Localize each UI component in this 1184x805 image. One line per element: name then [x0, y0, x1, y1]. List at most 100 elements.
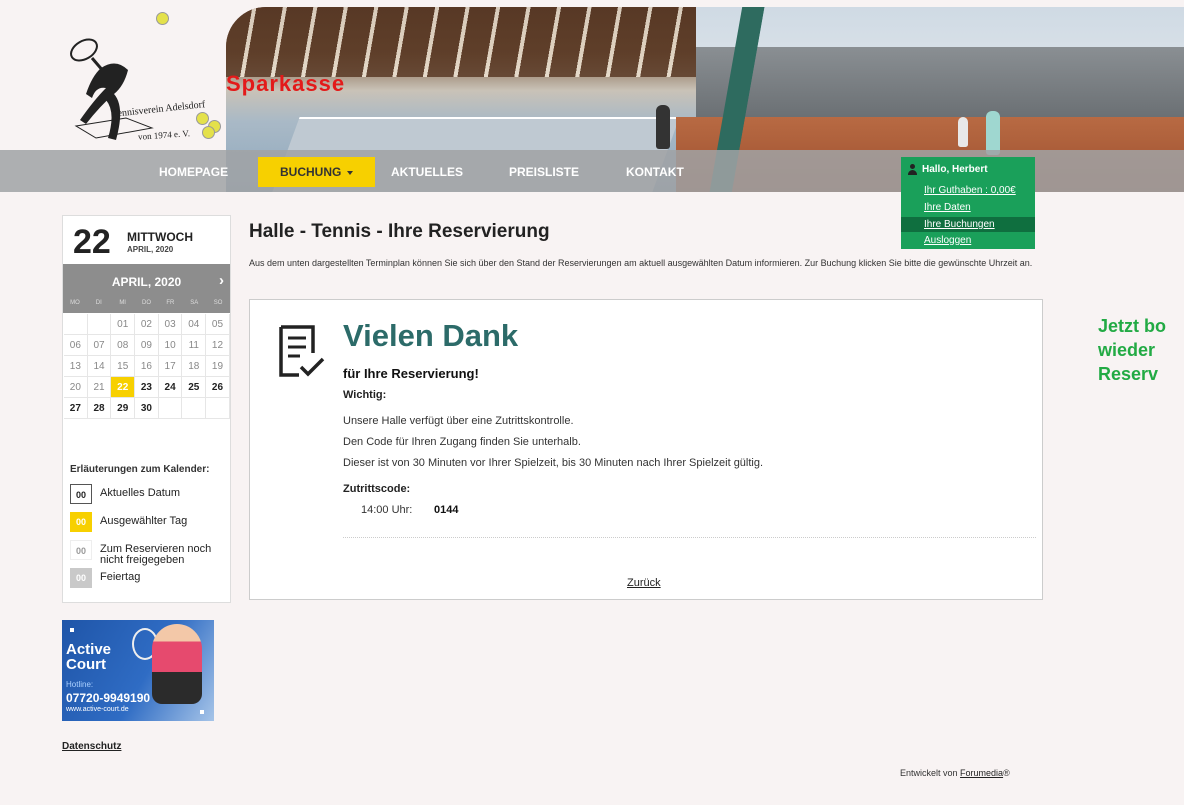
calendar-empty-cell — [64, 314, 88, 335]
calendar-day-03: 03 — [158, 314, 183, 335]
nav-homepage[interactable]: HOMEPAGE — [159, 157, 228, 187]
legend-label: Aktuelles Datum — [100, 487, 181, 499]
site-header: Tennisverein Adelsdorf von 1974 e. V. Sp… — [0, 0, 1184, 249]
legend-today: 00 Aktuelles Datum — [70, 484, 228, 504]
page-title: Halle - Tennis - Ihre Reservierung — [249, 221, 550, 242]
calendar-day-14: 14 — [87, 356, 112, 377]
info-line: Dieser ist von 30 Minuten vor Ihrer Spie… — [343, 457, 764, 469]
weekday-label: DO — [142, 300, 151, 306]
calendar-day-09: 09 — [135, 335, 159, 356]
my-bookings-link[interactable]: Ihre Buchungen — [901, 217, 1035, 232]
calendar-day-15: 15 — [111, 356, 136, 377]
banner-sign: Sparkasse — [226, 71, 346, 96]
ad-url: www.active-court.de — [66, 706, 129, 713]
ad-player-image — [152, 624, 202, 704]
legend-locked: 00 Zum Reservieren noch nicht freigegebe… — [70, 540, 228, 566]
ad-phone: 07720-9949190 — [66, 691, 151, 705]
calendar-day-19: 19 — [206, 356, 230, 377]
tennis-ball-icon — [196, 112, 209, 125]
legend-box-holiday: 00 — [70, 568, 92, 588]
promo-line: Jetzt bo — [1098, 316, 1167, 336]
legend-box-locked: 00 — [70, 540, 92, 560]
current-weekday: MITTWOCH — [127, 230, 193, 244]
access-code-time: 14:00 Uhr: — [361, 504, 413, 516]
info-line: Unsere Halle verfügt über eine Zutrittsk… — [343, 415, 574, 427]
calendar-week-row: 20 21 22 23 24 25 26 — [64, 377, 230, 398]
weekday-label: FR — [166, 300, 175, 306]
weekday-label: DI — [95, 300, 102, 306]
legend-label: Zum Reservieren noch nicht freigegeben — [100, 543, 212, 566]
nav-buchung-label: BUCHUNG — [280, 165, 342, 179]
legend-label: Ausgewählter Tag — [100, 515, 188, 527]
calendar-legend-title: Erläuterungen zum Kalender: — [70, 464, 210, 475]
calendar-day-26[interactable]: 26 — [206, 377, 230, 398]
weekday-label: MI — [119, 300, 126, 306]
balance-link[interactable]: Ihr Guthaben : 0,00€ — [901, 183, 1035, 198]
calendar-month-bar: APRIL, 2020 › MO DI MI DO FR SA SO — [63, 264, 230, 313]
forumedia-link[interactable]: Forumedia — [960, 768, 1003, 778]
calendar-day-21: 21 — [87, 377, 112, 398]
calendar-day-24[interactable]: 24 — [158, 377, 183, 398]
calendar-day-23[interactable]: 23 — [135, 377, 159, 398]
calendar-day-06: 06 — [64, 335, 88, 356]
document-check-icon — [279, 325, 325, 377]
info-line: Den Code für Ihren Zugang finden Sie unt… — [343, 436, 581, 448]
important-label: Wichtig: — [343, 389, 387, 401]
calendar-day-17: 17 — [158, 356, 183, 377]
player-figure — [656, 105, 670, 149]
my-data-link[interactable]: Ihre Daten — [901, 200, 1035, 215]
calendar-grid: 01 02 03 04 05 06 07 08 09 10 11 12 13 14 15 16 17 18 19 20… — [64, 314, 230, 419]
calendar-day-29[interactable]: 29 — [111, 398, 136, 419]
calendar-day-05: 05 — [206, 314, 230, 335]
calendar-day-02: 02 — [135, 314, 159, 335]
user-greeting[interactable]: Hallo, Herbert — [907, 164, 988, 175]
next-month-icon[interactable]: › — [219, 272, 224, 289]
calendar-week-row: 27 28 29 30 — [64, 398, 230, 419]
weekday-label: MO — [70, 300, 80, 306]
player-figure — [958, 117, 968, 147]
legend-box-today: 00 — [70, 484, 92, 504]
calendar-day-28[interactable]: 28 — [87, 398, 112, 419]
nav-buchung[interactable]: BUCHUNG — [258, 157, 376, 187]
tennis-ball-icon — [156, 12, 169, 25]
calendar-week-row: 06 07 08 09 10 11 12 — [64, 335, 230, 356]
ad-dot — [70, 628, 74, 632]
club-logo[interactable]: Tennisverein Adelsdorf von 1974 e. V. — [50, 8, 230, 148]
ad-title: Active Court — [66, 642, 111, 672]
calendar-empty-cell — [158, 398, 183, 419]
nav-aktuelles[interactable]: AKTUELLES — [391, 157, 463, 187]
active-court-ad[interactable]: Active Court Hotline: 07720-9949190 www.… — [62, 620, 214, 721]
club-founded: von 1974 e. V. — [137, 128, 191, 142]
privacy-link[interactable]: Datenschutz — [62, 741, 121, 752]
back-link[interactable]: Zurück — [627, 577, 661, 589]
nav-kontakt[interactable]: KONTAKT — [626, 157, 684, 187]
ad-hotline-label: Hotline: — [66, 680, 94, 689]
access-code-label: Zutrittscode: — [343, 483, 411, 495]
calendar-day-27[interactable]: 27 — [64, 398, 88, 419]
access-code-value: 0144 — [434, 504, 459, 516]
confirmation-panel: Vielen Dank für Ihre Reservierung! Wicht… — [249, 299, 1043, 600]
user-greeting-text: Hallo, Herbert — [922, 164, 988, 175]
nav-preisliste[interactable]: PREISLISTE — [509, 157, 579, 187]
calendar-day-22[interactable]: 22 — [111, 377, 136, 398]
calendar-week-row: 13 14 15 16 17 18 19 — [64, 356, 230, 377]
logout-link[interactable]: Ausloggen — [901, 233, 1035, 248]
calendar-day-30[interactable]: 30 — [135, 398, 159, 419]
thanks-heading: Vielen Dank — [343, 318, 519, 353]
calendar-day-13: 13 — [64, 356, 88, 377]
legend-label: Feiertag — [100, 571, 141, 583]
promo-line: wieder — [1098, 340, 1156, 360]
current-month-small: APRIL, 2020 — [127, 245, 174, 254]
calendar-day-20: 20 — [64, 377, 88, 398]
footer-credit: Entwickelt von Forumedia® — [900, 768, 1010, 778]
calendar-day-01: 01 — [111, 314, 136, 335]
legend-selected: 00 Ausgewählter Tag — [70, 512, 228, 532]
thanks-subheading: für Ihre Reservierung! — [343, 366, 479, 381]
legend-box-selected: 00 — [70, 512, 92, 532]
calendar-day-25[interactable]: 25 — [182, 377, 207, 398]
user-icon — [907, 164, 918, 175]
calendar-day-07: 07 — [87, 335, 112, 356]
caret-down-icon — [347, 170, 354, 175]
divider — [343, 537, 1036, 538]
weekday-label: SA — [190, 300, 199, 306]
